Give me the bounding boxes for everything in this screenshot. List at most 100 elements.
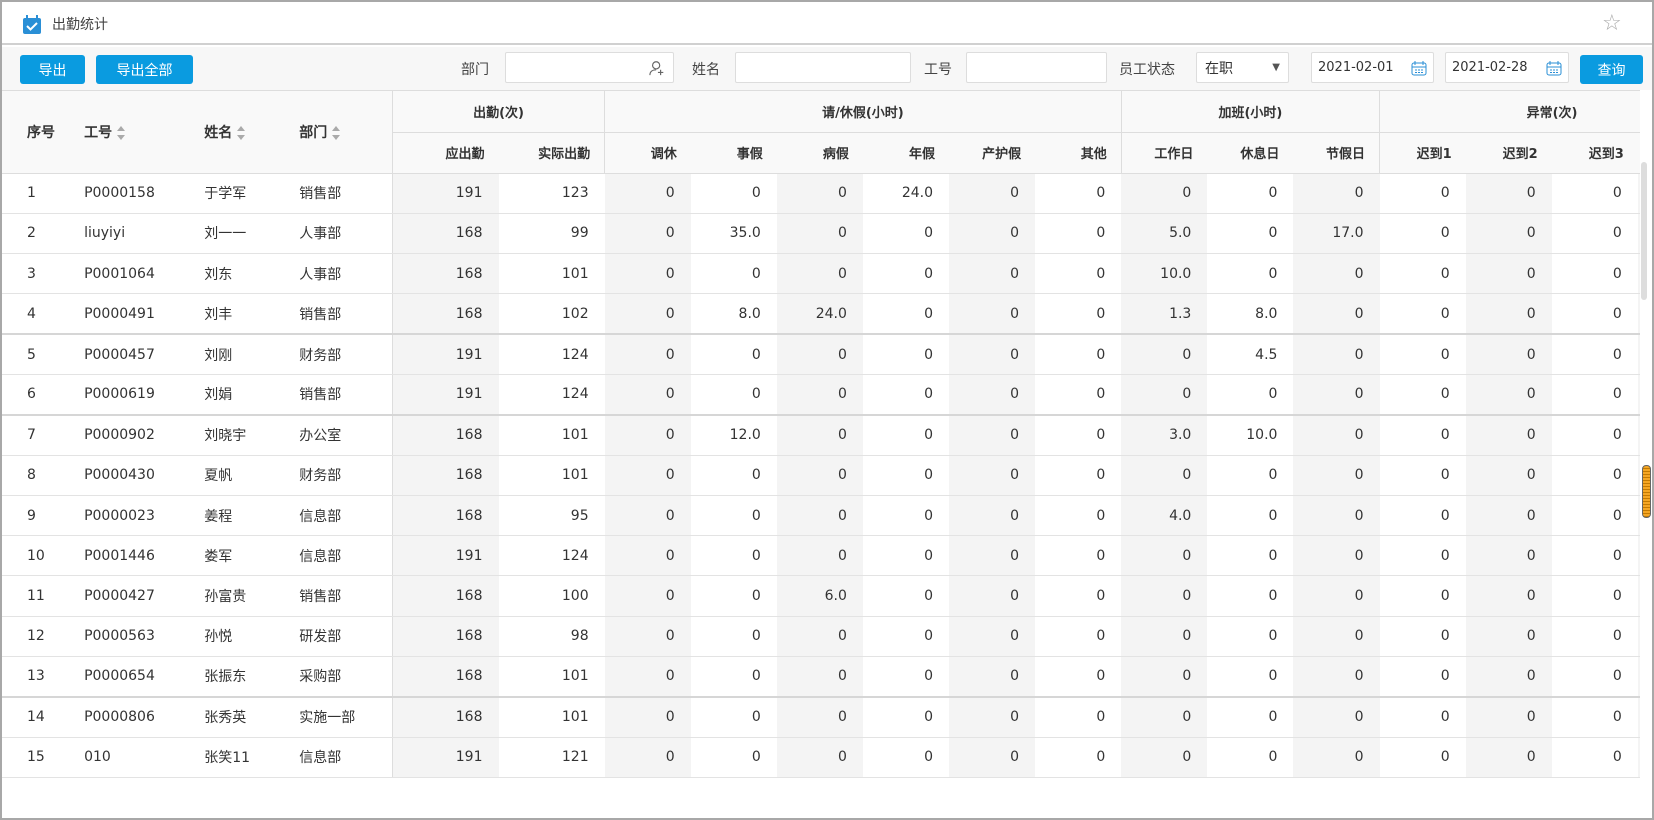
- cell-value: 191: [392, 334, 499, 375]
- query-button[interactable]: 查询: [1580, 55, 1643, 84]
- cell-value: 0: [1637, 213, 1640, 255]
- table-row[interactable]: 2liuyiyi刘一一人事部16899035.000005.0017.00000: [2, 213, 1640, 255]
- id-input[interactable]: [975, 60, 1098, 75]
- cell-value: 0: [862, 455, 949, 496]
- status-select[interactable]: 在职 ▼: [1196, 52, 1289, 83]
- calendar-icon[interactable]: [1546, 60, 1562, 76]
- table-row[interactable]: 8P0000430夏帆财务部1681010000000000000: [2, 455, 1640, 496]
- table-row[interactable]: 9P0000023姜程信息部168950000004.0000000: [2, 495, 1640, 537]
- table-row[interactable]: 6P0000619刘娟销售部1911240000000000000: [2, 374, 1640, 416]
- cell-value: 0: [1551, 414, 1638, 456]
- cell-value: 0: [1379, 374, 1466, 416]
- cell-value: 0: [1207, 535, 1294, 577]
- id-field[interactable]: [966, 52, 1107, 83]
- table-row[interactable]: 14P0000806张秀英实施一部1681010000000000000: [2, 696, 1640, 738]
- cell-value: 0: [1035, 737, 1122, 778]
- cell-id: P0001064: [84, 253, 205, 295]
- cell-value: 0: [1465, 173, 1552, 214]
- date-from-field[interactable]: 2021-02-01: [1311, 52, 1434, 83]
- cell-value: 0: [862, 656, 949, 698]
- cell-value: 0: [862, 616, 949, 658]
- cell-value: 0: [1551, 495, 1638, 537]
- sort-icon[interactable]: [237, 125, 246, 140]
- cell-id: P0000427: [84, 575, 205, 617]
- export-button[interactable]: 导出: [20, 55, 85, 84]
- scrollbar-track[interactable]: [1641, 162, 1647, 300]
- table-row[interactable]: 12P0000563孙悦研发部168980000000000000: [2, 616, 1640, 658]
- column-header: 病假: [776, 132, 863, 174]
- cell-value: 0: [1035, 696, 1122, 738]
- cell-value: 0: [1379, 616, 1466, 658]
- calendar-icon[interactable]: [1411, 60, 1427, 76]
- table-row[interactable]: 15010张笑11信息部1911210000000000000: [2, 737, 1640, 778]
- cell-dept: 销售部: [299, 575, 393, 617]
- cell-value: 6.0: [776, 575, 863, 617]
- header-2[interactable]: 姓名: [204, 91, 300, 174]
- table-row[interactable]: 13P0000654张振东采购部1681010000000000000: [2, 656, 1640, 698]
- table-row[interactable]: 7 P0000902 刘晓宇 办公室 168 101 0 12.0 0 0 0 0 3.0 10.0 0 0 0…: [2, 414, 1640, 456]
- table-row[interactable]: 5P0000457刘刚财务部19112400000004.500000: [2, 334, 1640, 375]
- cell-value: 101: [498, 696, 605, 738]
- cell-dept: 信息部: [299, 495, 393, 537]
- table-row[interactable]: 1P0000158于学军销售部19112300024.0000000000: [2, 173, 1640, 214]
- cell-value: 24.0: [776, 293, 863, 336]
- cell-value: 0: [1293, 535, 1380, 577]
- dept-input[interactable]: [514, 60, 649, 75]
- cell-value: 0: [1551, 737, 1638, 778]
- sort-icon[interactable]: [332, 125, 341, 140]
- cell-dept: 销售部: [299, 374, 393, 416]
- cell-value: 0: [1465, 656, 1552, 698]
- user-add-icon[interactable]: [649, 59, 665, 77]
- cell-name: 刘刚: [204, 334, 300, 375]
- title-bar: 出勤统计 ☆: [2, 2, 1652, 45]
- cell-value: 0: [1293, 455, 1380, 496]
- cell-value: 3.0: [1121, 414, 1208, 456]
- cell-value: 0: [949, 293, 1036, 336]
- cell-value: 168: [392, 656, 499, 698]
- cell-value: 0: [1465, 495, 1552, 537]
- cell-value: 0: [949, 253, 1036, 295]
- cell-value: 0: [1293, 293, 1380, 336]
- cell-value: 0: [1551, 293, 1638, 336]
- cell-value: 168: [392, 696, 499, 738]
- cell-value: 0: [604, 575, 691, 617]
- cell-value: 0: [1035, 173, 1122, 214]
- table-row[interactable]: 11P0000427孙富贵销售部168100006.00000000000: [2, 575, 1640, 617]
- cell-value: 0: [776, 374, 863, 416]
- header-3[interactable]: 部门: [299, 91, 393, 174]
- sort-icon[interactable]: [117, 125, 126, 140]
- column-header: 其他: [1035, 132, 1122, 174]
- cell-name: 刘一一: [204, 213, 300, 255]
- cell-value: 0: [1293, 656, 1380, 698]
- cell-value: 0: [1121, 173, 1208, 214]
- cell-value: 0: [776, 213, 863, 255]
- status-value: 在职: [1205, 60, 1233, 77]
- cell-value: 0: [949, 173, 1036, 214]
- table-row[interactable]: 4 P0000491 刘丰 销售部 168 102 0 8.0 24.0 0 0 0 1.3 8.0 0 0 0…: [2, 293, 1640, 336]
- group-header: 出勤(次): [391, 91, 605, 133]
- date-to-field[interactable]: 2021-02-28: [1445, 52, 1569, 83]
- table-row[interactable]: 3P0001064刘东人事部16810100000010.0000000: [2, 253, 1640, 295]
- scrollbar-thumb[interactable]: [1642, 465, 1651, 518]
- name-input[interactable]: [744, 60, 902, 75]
- cell-value: 0: [1379, 213, 1466, 255]
- cell-value: 0: [604, 616, 691, 658]
- cell-value: 0: [1465, 253, 1552, 295]
- cell-value: 24.0: [862, 173, 949, 214]
- toolbar: 导出 导出全部 部门 姓名 工号 员工状态 在职 ▼ 2021-02-01 202…: [2, 47, 1652, 90]
- name-field[interactable]: [735, 52, 911, 83]
- cell-dept: 信息部: [299, 737, 393, 778]
- column-header: 迟到2: [1465, 132, 1552, 174]
- cell-no: 5: [2, 334, 85, 375]
- cell-value: 0: [1379, 656, 1466, 698]
- table-row[interactable]: 10P0001446娄军信息部1911240000000000000: [2, 535, 1640, 577]
- cell-value: 101: [498, 656, 605, 698]
- export-all-button[interactable]: 导出全部: [96, 55, 193, 84]
- header-1[interactable]: 工号: [84, 91, 205, 174]
- star-icon[interactable]: ☆: [1602, 11, 1622, 36]
- cell-value: 0: [1379, 455, 1466, 496]
- cell-value: 0: [1551, 656, 1638, 698]
- cell-value: 0: [1637, 696, 1640, 738]
- cell-value: 0: [949, 696, 1036, 738]
- dept-field[interactable]: [505, 52, 674, 83]
